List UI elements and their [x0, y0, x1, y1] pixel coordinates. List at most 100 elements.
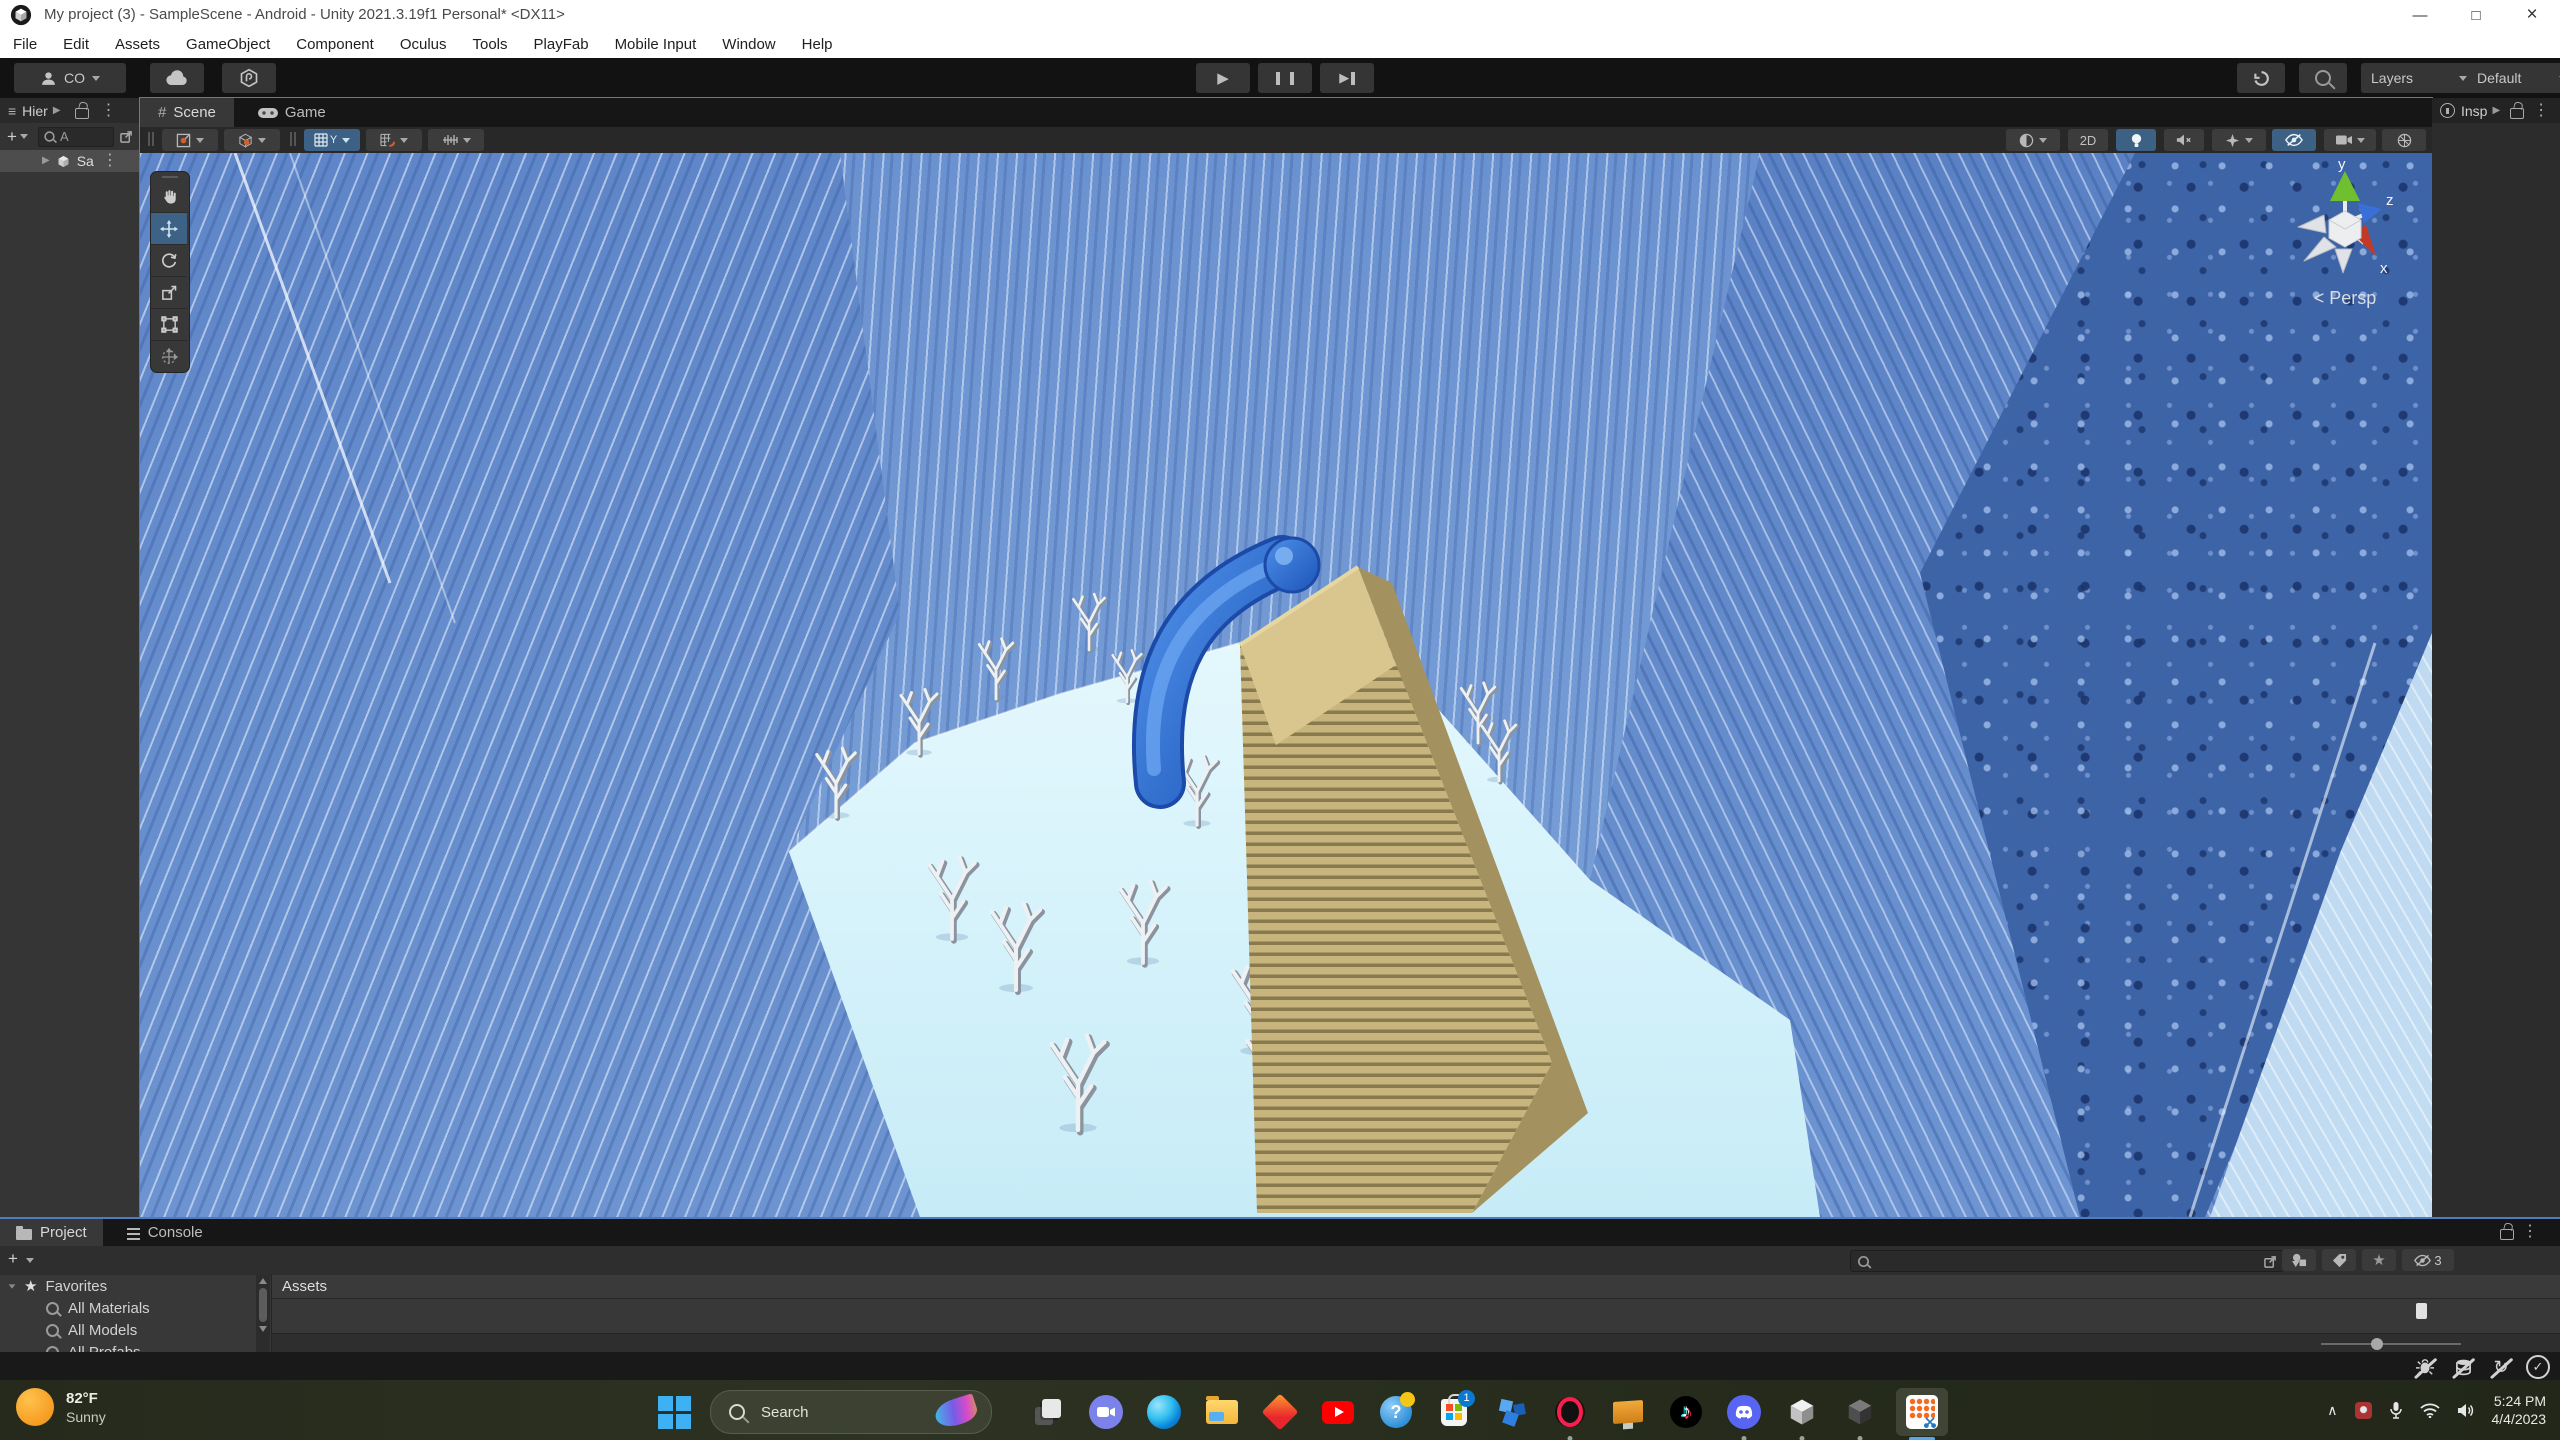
search-button[interactable]	[2299, 63, 2347, 93]
tiktok-button[interactable]: ♪	[1664, 1390, 1708, 1434]
lighting-toggle-button[interactable]	[2116, 129, 2156, 151]
tree-scrollbar[interactable]	[256, 1275, 270, 1354]
zoom-slider-track[interactable]	[2321, 1343, 2461, 1345]
unity-editor-button[interactable]	[1838, 1390, 1882, 1434]
audio-toggle-button[interactable]	[2164, 129, 2204, 151]
snap-increment-button[interactable]	[428, 129, 484, 151]
start-button[interactable]	[652, 1390, 696, 1434]
persp-label[interactable]: < Persp	[2280, 288, 2410, 309]
active-app-button[interactable]	[1896, 1388, 1948, 1436]
task-view-button[interactable]	[1026, 1390, 1070, 1434]
tab-game[interactable]: Game	[240, 98, 344, 127]
lock-icon[interactable]	[75, 108, 89, 119]
tray-expand-button[interactable]: ∧	[2327, 1402, 2337, 1419]
store-button[interactable]: 1	[1432, 1390, 1476, 1434]
menu-item-component[interactable]: Component	[283, 36, 387, 53]
chevron-down-icon[interactable]	[20, 134, 28, 139]
hidden-packages-button[interactable]: 3	[2402, 1249, 2454, 1271]
more-tabs-icon[interactable]: ▶	[53, 106, 61, 116]
open-search-window-icon[interactable]	[2264, 1255, 2277, 1268]
layers-dropdown[interactable]: Layers	[2361, 63, 2477, 93]
open-search-window-icon[interactable]	[120, 130, 133, 143]
maximize-button[interactable]: □	[2448, 0, 2504, 30]
kebab-menu-icon[interactable]: ⋮	[2533, 103, 2549, 119]
rect-tool-button[interactable]	[151, 309, 187, 341]
tool-handle-pivot-button[interactable]	[162, 129, 218, 151]
tab-console[interactable]: Console	[111, 1219, 219, 1246]
game-diamond-button[interactable]	[1258, 1390, 1302, 1434]
scale-tool-button[interactable]	[151, 277, 187, 309]
chat-button[interactable]	[1084, 1390, 1128, 1434]
discord-button[interactable]	[1722, 1390, 1766, 1434]
hierarchy-tab[interactable]: Hier	[22, 103, 48, 119]
menu-item-playfab[interactable]: PlayFab	[521, 36, 602, 53]
step-button[interactable]: ▶	[1320, 63, 1374, 93]
more-tabs-icon[interactable]: ▶	[2492, 106, 2500, 116]
blue-cubes-button[interactable]	[1490, 1390, 1534, 1434]
undo-history-button[interactable]	[2237, 63, 2285, 93]
pause-button[interactable]	[1258, 63, 1312, 93]
close-button[interactable]: ×	[2504, 0, 2560, 30]
weather-widget[interactable]: 82°F Sunny	[16, 1388, 106, 1426]
play-button[interactable]: ▶	[1196, 63, 1250, 93]
cloud-button[interactable]	[150, 63, 204, 93]
version-control-button[interactable]	[222, 63, 276, 93]
filter-by-label-button[interactable]	[2322, 1249, 2356, 1271]
filter-by-type-button[interactable]	[2282, 1249, 2316, 1271]
hierarchy-search-input[interactable]: A	[38, 127, 114, 147]
cache-server-disabled-icon[interactable]	[2450, 1356, 2476, 1378]
scrollbar-thumb[interactable]	[259, 1288, 267, 1322]
panel-kebab-icon[interactable]: ⋮	[2522, 1224, 2538, 1240]
grid-snapping-button[interactable]	[366, 129, 422, 151]
layout-dropdown[interactable]: Default	[2467, 63, 2560, 93]
wifi-icon[interactable]	[2420, 1403, 2440, 1418]
account-button[interactable]: CO	[14, 63, 126, 93]
camera-settings-button[interactable]	[2324, 129, 2376, 151]
visibility-toggle-button[interactable]	[2272, 129, 2316, 151]
inspector-tab[interactable]: Insp	[2461, 103, 2487, 119]
minimize-button[interactable]: —	[2392, 0, 2448, 30]
menu-item-tools[interactable]: Tools	[460, 36, 521, 53]
create-asset-button[interactable]: +	[8, 1249, 18, 1269]
menu-item-gameobject[interactable]: GameObject	[173, 36, 283, 53]
shading-mode-button[interactable]	[2006, 129, 2060, 151]
assets-content-area[interactable]	[272, 1299, 2560, 1335]
palette-drag-handle[interactable]	[151, 172, 189, 181]
chevron-down-icon[interactable]	[26, 1258, 34, 1263]
lock-icon[interactable]	[2510, 108, 2524, 119]
collab-status-icon[interactable]: ✓	[2526, 1355, 2550, 1379]
favorites-row[interactable]: ★ Favorites	[0, 1275, 256, 1297]
volume-icon[interactable]	[2457, 1403, 2475, 1418]
2d-view-button[interactable]: 2D	[2068, 129, 2108, 151]
edge-button[interactable]	[1142, 1390, 1186, 1434]
zoom-slider-knob[interactable]	[2371, 1338, 2383, 1350]
assets-breadcrumb[interactable]: Assets	[282, 1278, 327, 1295]
foldout-open-icon[interactable]	[9, 1284, 16, 1288]
file-explorer-button[interactable]	[1200, 1390, 1244, 1434]
drag-handle[interactable]	[290, 132, 292, 146]
menu-item-help[interactable]: Help	[789, 36, 846, 53]
menu-item-edit[interactable]: Edit	[50, 36, 102, 53]
panel-lock-icon[interactable]	[2500, 1229, 2514, 1240]
orientation-gizmo[interactable]: y z x < Persp	[2280, 161, 2410, 321]
microphone-icon[interactable]	[2389, 1401, 2403, 1419]
rotate-tool-button[interactable]	[151, 245, 187, 277]
taskbar-search[interactable]: Search	[710, 1390, 992, 1434]
tool-handle-rotation-button[interactable]	[224, 129, 280, 151]
monitor-app-button[interactable]	[1606, 1390, 1650, 1434]
scene-viewport[interactable]: y z x < Persp	[140, 153, 2432, 1217]
move-tool-button[interactable]	[151, 213, 187, 245]
menu-item-oculus[interactable]: Oculus	[387, 36, 460, 53]
clock-widget[interactable]: 5:24 PM 4/4/2023	[2492, 1392, 2547, 1428]
menu-item-window[interactable]: Window	[709, 36, 788, 53]
drag-handle[interactable]	[148, 132, 150, 146]
help-sphere-button[interactable]: ?	[1374, 1390, 1418, 1434]
assets-vscrollbar-thumb[interactable]	[2416, 1303, 2427, 1319]
tree-item-all-materials[interactable]: All Materials	[0, 1297, 256, 1319]
kebab-menu-icon[interactable]: ⋮	[101, 103, 117, 119]
create-button[interactable]: +	[7, 127, 17, 147]
view-tool-button[interactable]	[151, 181, 187, 213]
gizmos-button[interactable]	[2382, 129, 2426, 151]
menu-item-file[interactable]: File	[0, 36, 50, 53]
kebab-menu-icon[interactable]: ⋮	[102, 153, 118, 169]
